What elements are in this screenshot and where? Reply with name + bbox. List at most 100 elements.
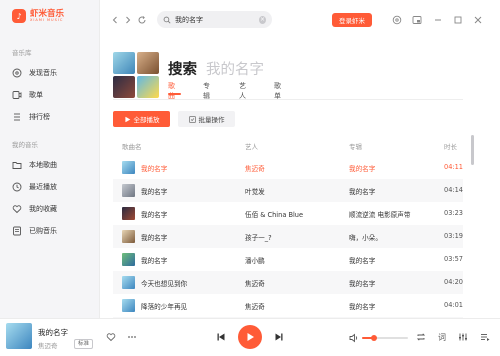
app-logo[interactable]: ♪ 虾米音乐 XIAMI MUSIC: [12, 9, 64, 23]
sidebar-item-recent[interactable]: 最近播放: [12, 181, 92, 193]
column-header-duration: 时长: [444, 143, 457, 151]
logo-mark-icon: ♪: [12, 9, 26, 23]
forward-button[interactable]: [122, 14, 134, 26]
album-cell[interactable]: 我的名字: [349, 163, 441, 173]
minimize-button[interactable]: [432, 14, 444, 26]
album-thumbnail: [122, 207, 135, 220]
batch-actions-button[interactable]: 批量操作: [178, 111, 235, 127]
table-row[interactable]: 我的名字 焦迈奇 我的名字 04:11: [113, 156, 463, 179]
play-all-button[interactable]: 全部播放: [113, 111, 170, 127]
duration-cell: 04:14: [444, 186, 464, 194]
chart-icon: [14, 113, 20, 121]
lyrics-icon: 词: [438, 333, 446, 342]
close-button[interactable]: [472, 14, 484, 26]
play-icon: [124, 116, 130, 122]
table-row[interactable]: 我的名字 孩子一_? 嗨，小朵。 03:19: [113, 225, 463, 248]
login-button[interactable]: 登录虾米: [332, 13, 372, 27]
sidebar-item-purchased[interactable]: 已购音乐: [12, 225, 92, 237]
search-input[interactable]: [175, 15, 255, 24]
next-button[interactable]: [274, 332, 284, 342]
now-playing-artist[interactable]: 焦迈奇: [38, 340, 58, 350]
sidebar-item-charts[interactable]: 排行榜: [12, 111, 92, 123]
search-query-label: 我的名字: [206, 62, 264, 78]
page-title: 搜索: [168, 62, 197, 78]
active-tab-indicator: [168, 93, 181, 95]
play-mode-button[interactable]: [416, 332, 426, 342]
album-cell[interactable]: 我的名字: [349, 186, 441, 196]
table-row[interactable]: 我的名字 伍佰 & China Blue 顺流逆流 电影原声带 03:23: [113, 202, 463, 225]
album-cell[interactable]: 我的名字: [349, 278, 441, 288]
album-thumbnail: [122, 230, 135, 243]
queue-button[interactable]: [480, 332, 490, 342]
disc-icon: [12, 68, 22, 78]
clear-search-icon[interactable]: ×: [259, 15, 266, 24]
quality-selector[interactable]: 标准: [74, 339, 94, 349]
maximize-button[interactable]: [452, 14, 464, 26]
refresh-button[interactable]: [136, 14, 148, 26]
album-cell[interactable]: 我的名字: [349, 255, 441, 265]
sidebar-item-label: 排行榜: [29, 113, 50, 121]
artist-cell[interactable]: 焦迈奇: [245, 301, 343, 311]
volume-button[interactable]: [349, 333, 359, 343]
tab-playlists[interactable]: 歌单: [274, 81, 281, 101]
duration-cell: 03:19: [444, 232, 464, 240]
batch-actions-label: 批量操作: [198, 116, 225, 124]
table-row[interactable]: 今天也想见到你 焦迈奇 我的名字 04:20: [113, 271, 463, 294]
cover-image: [113, 52, 135, 74]
cover-image: [137, 76, 159, 98]
column-header-artist: 艺人: [245, 143, 258, 151]
logo-subtitle: XIAMI MUSIC: [30, 18, 64, 22]
scrollbar-thumb[interactable]: [471, 135, 474, 165]
previous-button[interactable]: [216, 332, 226, 342]
skip-previous-icon: [217, 333, 225, 341]
artist-cell[interactable]: 焦迈奇: [245, 163, 343, 173]
sidebar-item-playlists[interactable]: 歌单: [12, 89, 92, 101]
divider: [113, 99, 463, 100]
search-icon: [163, 16, 171, 23]
volume-knob[interactable]: [370, 335, 377, 341]
play-button[interactable]: [238, 325, 262, 349]
volume-slider[interactable]: [362, 335, 408, 341]
table-row[interactable]: 我的名字 叶觉发 我的名字 04:14: [113, 179, 463, 202]
mini-player-button[interactable]: [411, 14, 423, 26]
album-cell[interactable]: 顺流逆流 电影原声带: [349, 209, 441, 219]
artist-cell[interactable]: 焦迈奇: [245, 278, 343, 288]
playlist-icon: [12, 91, 22, 99]
artist-cell[interactable]: 叶觉发: [245, 186, 343, 196]
lyrics-button[interactable]: 词: [437, 332, 447, 342]
album-thumbnail: [122, 299, 135, 312]
now-playing-cover[interactable]: [6, 323, 32, 349]
more-button[interactable]: [127, 332, 137, 342]
tab-albums[interactable]: 专辑: [203, 81, 210, 101]
table-row[interactable]: 我的名字 潘小鹏 我的名字 03:57: [113, 248, 463, 271]
song-title-cell: 降落的少年再见: [141, 303, 188, 311]
table-row[interactable]: 降落的少年再见 焦迈奇 我的名字 04:01: [113, 294, 463, 317]
artist-cell[interactable]: 孩子一_?: [245, 232, 343, 242]
song-title-cell: 我的名字: [141, 211, 168, 219]
minimize-icon: [435, 19, 441, 21]
tab-songs[interactable]: 歌曲: [168, 81, 175, 101]
album-cell[interactable]: 嗨，小朵。: [349, 232, 441, 242]
maximize-icon: [454, 16, 462, 24]
duration-cell: 04:20: [444, 278, 464, 286]
now-playing-title[interactable]: 我的名字: [38, 327, 68, 338]
equalizer-button[interactable]: [458, 332, 468, 342]
sidebar-item-label: 已购音乐: [29, 227, 57, 235]
sidebar-item-label: 本地歌曲: [29, 161, 57, 169]
chevron-left-icon: [112, 16, 117, 24]
tab-artists[interactable]: 艺人: [239, 81, 246, 101]
sidebar-item-favorites[interactable]: 我的收藏: [12, 203, 92, 215]
artist-cell[interactable]: 伍佰 & China Blue: [245, 209, 343, 219]
song-title-cell: 我的名字: [141, 234, 168, 242]
album-cell[interactable]: 我的名字: [349, 301, 441, 311]
artist-cell[interactable]: 潘小鹏: [245, 255, 343, 265]
album-thumbnail: [122, 253, 135, 266]
like-button[interactable]: [106, 332, 116, 342]
settings-button[interactable]: [391, 14, 403, 26]
sidebar-item-local[interactable]: 本地歌曲: [12, 159, 92, 171]
player-bar: 我的名字 焦迈奇 标准 词: [0, 318, 500, 356]
heart-icon: [106, 333, 116, 342]
back-button[interactable]: [109, 14, 121, 26]
sidebar-item-discover[interactable]: 发现音乐: [12, 67, 92, 79]
duration-cell: 04:11: [444, 163, 464, 171]
